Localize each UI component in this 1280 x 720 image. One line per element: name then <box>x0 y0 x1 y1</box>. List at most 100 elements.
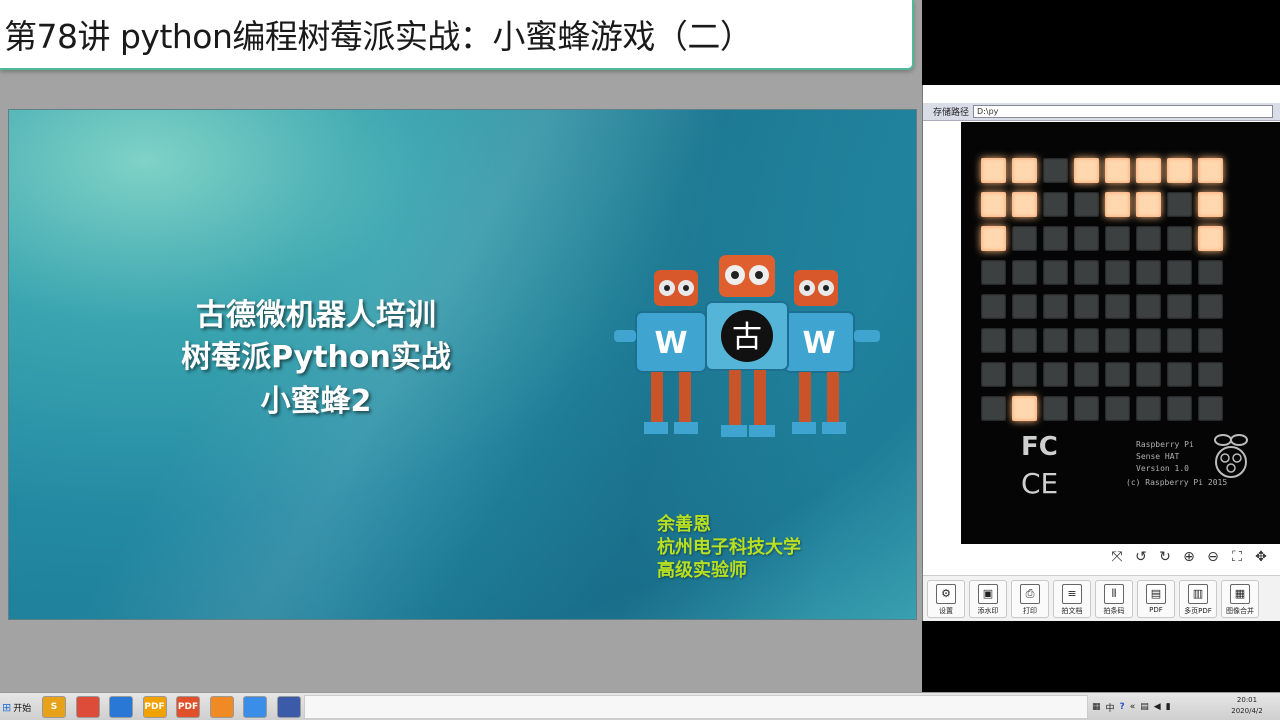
help-icon[interactable]: ? <box>1120 702 1125 712</box>
taskbar: ⊞ 开始 ▦ 中 ? « ▤ ◀ ▮ 20:01 2020/4/2 S PDF PD… <box>0 692 1280 720</box>
led-pixel <box>1198 396 1223 421</box>
led-pixel <box>1012 158 1037 183</box>
camera-preview[interactable]: FC CE Raspberry Pi Sense HAT Version 1.0… <box>961 122 1280 544</box>
led-pixel <box>1043 260 1068 285</box>
led-pixel <box>1167 260 1192 285</box>
led-pixel <box>1074 362 1099 387</box>
led-pixel <box>1198 294 1223 319</box>
led-pixel <box>981 396 1006 421</box>
save-path-bar: 存储路径 D:\py <box>923 103 1280 121</box>
led-pixel <box>1167 226 1192 251</box>
led-pixel <box>981 260 1006 285</box>
led-pixel <box>1136 328 1161 353</box>
led-pixel <box>981 362 1006 387</box>
fit-icon[interactable]: ⤧ <box>1108 549 1126 565</box>
led-pixel <box>1167 158 1192 183</box>
board-text-line: Sense HAT <box>1136 452 1180 461</box>
merge-icon: ▦ <box>1230 584 1250 604</box>
led-pixel <box>1105 396 1130 421</box>
rotate-right-icon[interactable]: ↻ <box>1156 549 1174 565</box>
led-pixel <box>1043 396 1068 421</box>
robots-illustration: W W 古 <box>614 255 880 437</box>
arrow-app-icon[interactable] <box>109 696 133 718</box>
settings-button[interactable]: ⚙ 设置 <box>927 580 965 618</box>
robot-center: 古 <box>705 255 789 437</box>
multipage-pdf-button[interactable]: ▥ 多页PDF <box>1179 580 1217 618</box>
fullscreen-icon[interactable]: ⛶ <box>1228 549 1246 565</box>
led-pixel <box>1167 328 1192 353</box>
gear-icon: ⚙ <box>936 584 956 604</box>
led-pixel <box>1074 294 1099 319</box>
watermark-button[interactable]: ▣ 添水印 <box>969 580 1007 618</box>
led-pixel <box>1105 294 1130 319</box>
board-text-line: Raspberry Pi <box>1136 440 1194 449</box>
foxit-icon[interactable] <box>209 696 234 718</box>
led-pixel <box>1167 294 1192 319</box>
sublime-icon[interactable]: S <box>42 696 66 718</box>
led-pixel <box>1136 158 1161 183</box>
document-icon: ≡ <box>1062 584 1082 604</box>
led-pixel <box>1043 294 1068 319</box>
led-pixel <box>981 294 1006 319</box>
presentation-slide[interactable]: 古德微机器人培训 树莓派Python实战 小蜜蜂2 W W 古 余善恩 杭州电子… <box>8 109 917 620</box>
view-tools: ⤧ ↺ ↻ ⊕ ⊖ ⛶ ✥ <box>1108 549 1270 565</box>
led-pixel <box>1198 362 1223 387</box>
pdf-reader-icon[interactable]: PDF <box>142 696 167 718</box>
led-pixel <box>1105 260 1130 285</box>
network-icon[interactable]: ▤ <box>1140 702 1149 712</box>
led-pixel <box>981 226 1006 251</box>
multipage-pdf-icon: ▥ <box>1188 584 1208 604</box>
expand-tray-icon[interactable]: « <box>1130 702 1136 712</box>
robot-left-badge: W <box>654 326 687 361</box>
led-pixel <box>1012 396 1037 421</box>
volume-icon[interactable]: ◀ <box>1154 702 1161 712</box>
start-button[interactable]: ⊞ 开始 <box>2 697 32 717</box>
robot-right-badge: W <box>802 326 835 361</box>
ce-mark: CE <box>1021 467 1059 500</box>
fcc-mark: FC <box>1021 432 1058 462</box>
chrome-icon[interactable] <box>75 696 100 718</box>
robot-right: W <box>783 270 880 434</box>
led-pixel <box>1012 192 1037 217</box>
zoom-in-icon[interactable]: ⊕ <box>1180 549 1198 565</box>
led-pixel <box>1136 362 1161 387</box>
pdf-button[interactable]: ▤ PDF <box>1137 580 1175 618</box>
led-pixel <box>1198 226 1223 251</box>
media-icon[interactable] <box>243 696 267 718</box>
led-pixel <box>1105 192 1130 217</box>
led-pixel <box>1012 362 1037 387</box>
windows-logo-icon: ⊞ <box>2 700 12 714</box>
remote-icon[interactable] <box>276 696 301 718</box>
led-pixel <box>1012 226 1037 251</box>
led-pixel <box>1167 362 1192 387</box>
scan-document-button[interactable]: ≡ 拍文档 <box>1053 580 1091 618</box>
signal-icon[interactable]: ▮ <box>1166 702 1171 712</box>
keyboard-icon[interactable]: ▦ <box>1092 702 1101 712</box>
led-pixel <box>1198 260 1223 285</box>
print-button[interactable]: ⎙ 打印 <box>1011 580 1049 618</box>
move-icon[interactable]: ✥ <box>1252 549 1270 565</box>
barcode-icon: ⦀ <box>1104 584 1124 604</box>
led-pixel <box>1136 192 1161 217</box>
clock[interactable]: 20:01 2020/4/2 <box>1230 695 1264 717</box>
led-pixel <box>1136 294 1161 319</box>
pdf-icon[interactable]: PDF <box>176 696 200 718</box>
zoom-out-icon[interactable]: ⊖ <box>1204 549 1222 565</box>
author-title: 高级实验师 <box>657 560 747 581</box>
led-pixel <box>1074 396 1099 421</box>
input-method-indicator[interactable]: 中 <box>1106 701 1115 714</box>
rotate-left-icon[interactable]: ↺ <box>1132 549 1150 565</box>
image-merge-button[interactable]: ▦ 图像合并 <box>1221 580 1259 618</box>
slide-title-line-1: 古德微机器人培训 <box>196 298 436 333</box>
lecture-title-banner: 第78讲 python编程树莓派实战：小蜜蜂游戏（二） <box>0 0 914 70</box>
scan-barcode-button[interactable]: ⦀ 拍条码 <box>1095 580 1133 618</box>
save-path-input[interactable]: D:\py <box>973 105 1274 118</box>
led-pixel <box>1074 328 1099 353</box>
led-pixel <box>1136 396 1161 421</box>
led-pixel <box>1074 226 1099 251</box>
slide-title-line-3: 小蜜蜂2 <box>260 384 372 419</box>
camera-software-window: 存储路径 D:\py FC CE Raspberry Pi Sense HAT … <box>922 0 1280 692</box>
led-pixel <box>1043 192 1068 217</box>
led-pixel <box>1012 260 1037 285</box>
printer-icon: ⎙ <box>1020 584 1040 604</box>
